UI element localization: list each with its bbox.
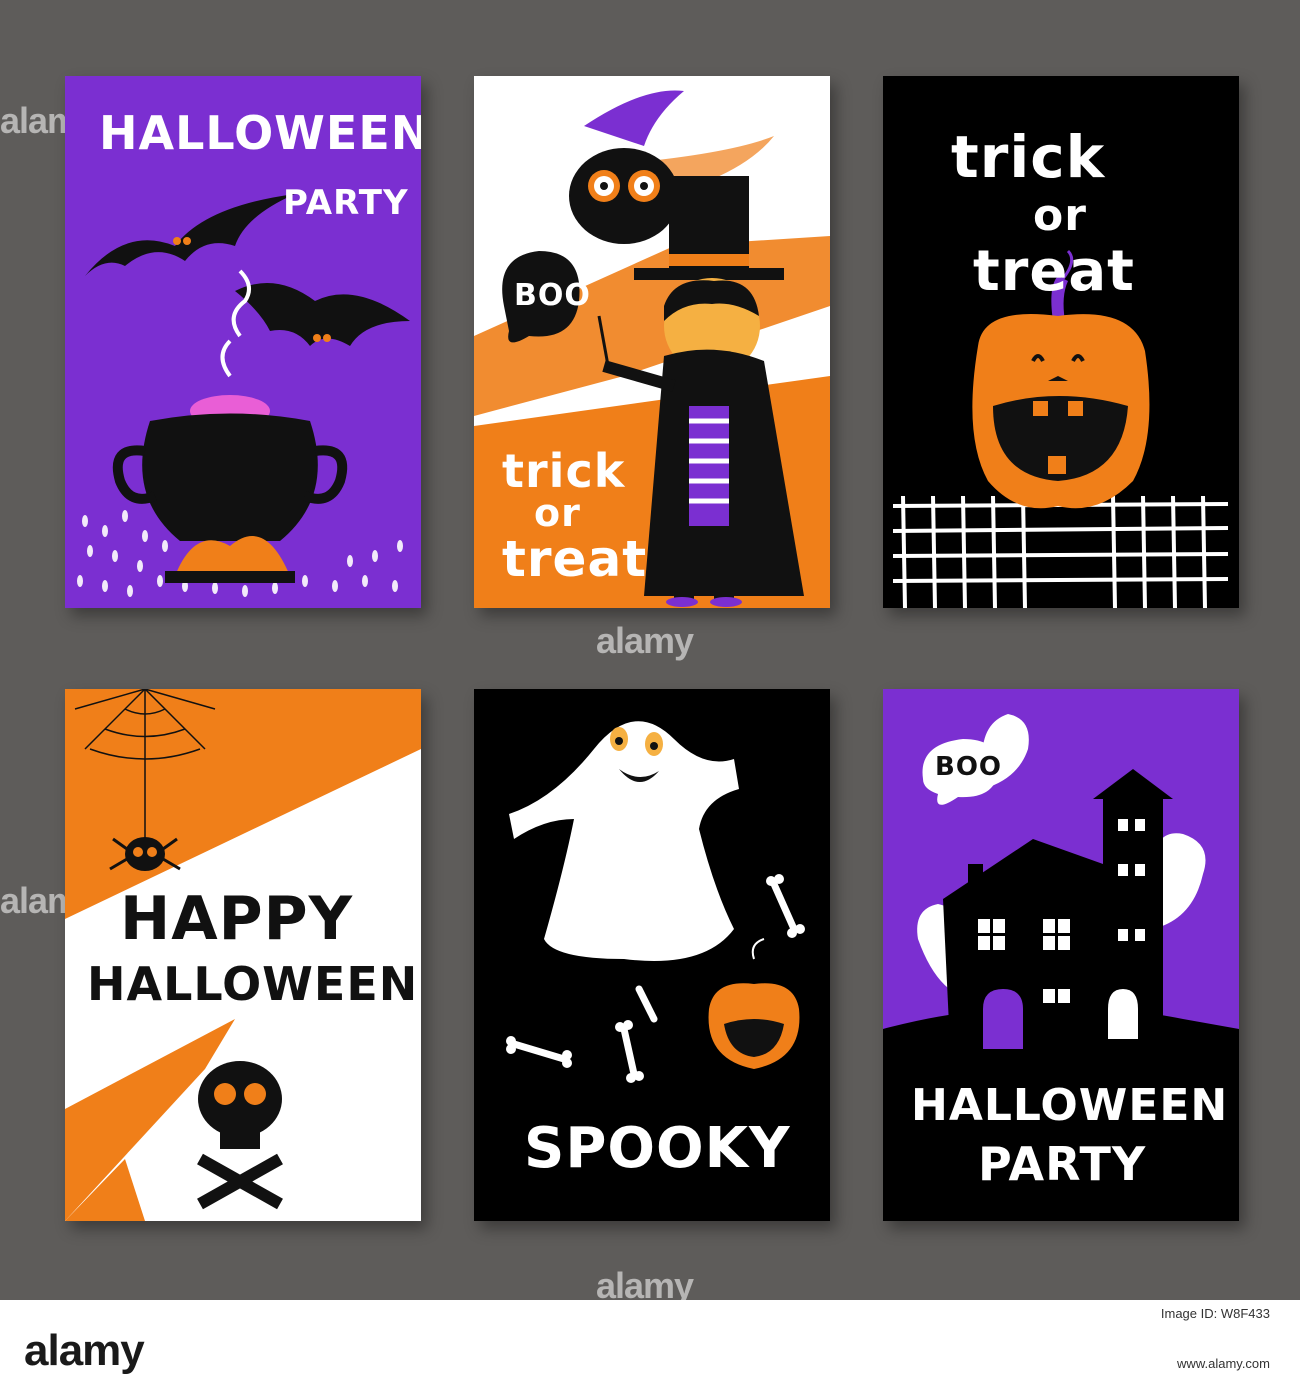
footer-url[interactable]: www.alamy.com [1177,1356,1270,1371]
card3-title-line3: treat [973,239,1135,304]
card-halloween-party-bats: HALLOWEEN PARTY [65,76,421,608]
card6-title-line1: HALLOWEEN [911,1080,1229,1131]
card6-boo-speech: BOO [935,752,1003,782]
watermark: alamy [596,620,694,661]
owl-magician-illustration [474,90,830,608]
card-trick-or-treat-pumpkin: trick or treat [883,76,1239,608]
card1-title-line1: HALLOWEEN [99,106,421,160]
card4-title-line1: HAPPY [120,884,354,954]
card2-title-line3: treat [502,530,648,588]
card-halloween-party-house: BOO HALLOWEEN PARTY [883,689,1239,1221]
card2-boo-speech: BOO [514,278,591,313]
footer-logo[interactable]: alamy [24,1326,145,1376]
image-id-text: Image ID: W8F433 [1160,1306,1270,1321]
card-happy-halloween: HAPPY HALLOWEEN [65,689,421,1221]
footer-strip: alamy Image ID: W8F433 www.alamy.com [0,1300,1300,1390]
card-spooky-ghost: SPOOKY [474,689,830,1221]
spider-skull-illustration [65,689,421,1221]
card2-title-line2: or [534,491,581,535]
card4-title-line2: HALLOWEEN [87,957,419,1011]
card6-title-line2: PARTY [978,1137,1147,1191]
card-trick-or-treat-magician: BOO trick or treat [474,76,830,608]
card1-title-line2: PARTY [283,183,409,223]
card3-title-line2: or [1033,190,1087,241]
card2-title-line1: trick [502,444,626,498]
card5-title-line1: SPOOKY [524,1116,791,1181]
card3-title-line1: trick [951,123,1106,191]
